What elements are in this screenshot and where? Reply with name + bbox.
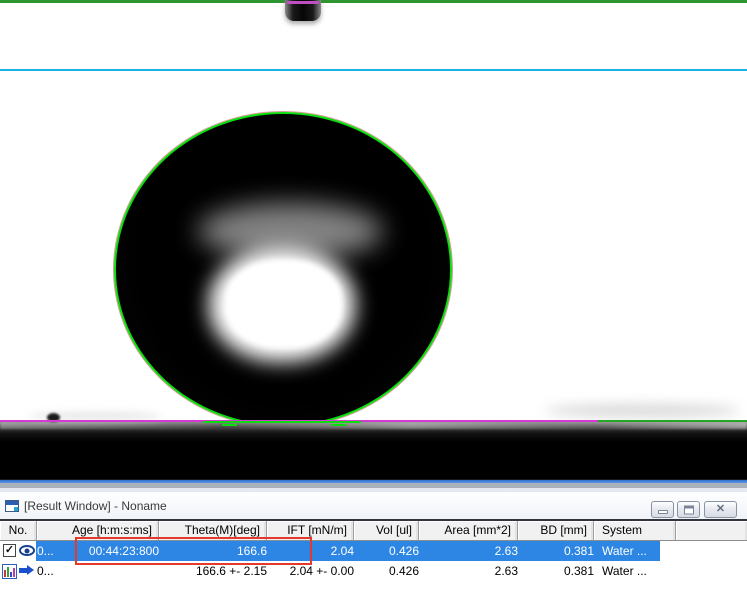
close-button[interactable]: ✕ [704,501,737,518]
cell-vol: 0.426 [354,541,425,561]
minimize-button[interactable] [651,501,674,518]
cell-system: Water ... [594,561,684,581]
result-window-icon [5,500,19,512]
cell-bd: 0.381 [518,561,600,581]
drop-camera-view [0,0,747,479]
cell-area: 2.63 [419,561,524,581]
app-screen: [Result Window] - Noname ✕ No. Age [h:m:… [0,0,747,595]
cell-bd: 0.381 [518,541,600,561]
horizontal-guide-line [0,69,747,71]
droplet-light-reflection-core [226,260,342,348]
needle-cap-overlay [287,1,319,4]
annotation-highlight-rectangle [75,537,312,565]
eye-icon [19,545,35,556]
baseline-overlay-green-right [598,420,747,422]
substrate-surface [0,422,747,479]
arrow-right-icon [19,568,27,573]
result-window-titlebar[interactable]: [Result Window] - Noname [0,492,747,519]
column-header-no[interactable]: No. [0,521,37,540]
result-window-title: [Result Window] - Noname [24,498,167,514]
contact-point-marker-right [331,424,346,426]
column-header-bd[interactable]: BD [mm] [518,521,594,540]
cell-vol: 0.426 [354,561,425,581]
contact-point-marker-left [222,424,237,426]
minimize-icon [658,510,668,514]
column-header-area[interactable]: Area [mm*2] [419,521,518,540]
cell-area: 2.63 [419,541,524,561]
maximize-button[interactable] [677,501,700,518]
maximize-icon [684,505,694,514]
baseline-overlay-green [203,421,361,423]
cell-system: Water ... [594,541,684,561]
close-icon: ✕ [705,502,736,517]
column-header-vol[interactable]: Vol [ul] [354,521,419,540]
surface-dust-right [545,404,740,417]
substrate-texture [0,422,747,429]
column-header-filler [676,521,747,540]
camera-top-edge-line [0,0,747,3]
column-header-system[interactable]: System [594,521,676,540]
bar-chart-icon [2,564,17,579]
row-checkbox-checked[interactable]: ✓ [3,544,16,557]
